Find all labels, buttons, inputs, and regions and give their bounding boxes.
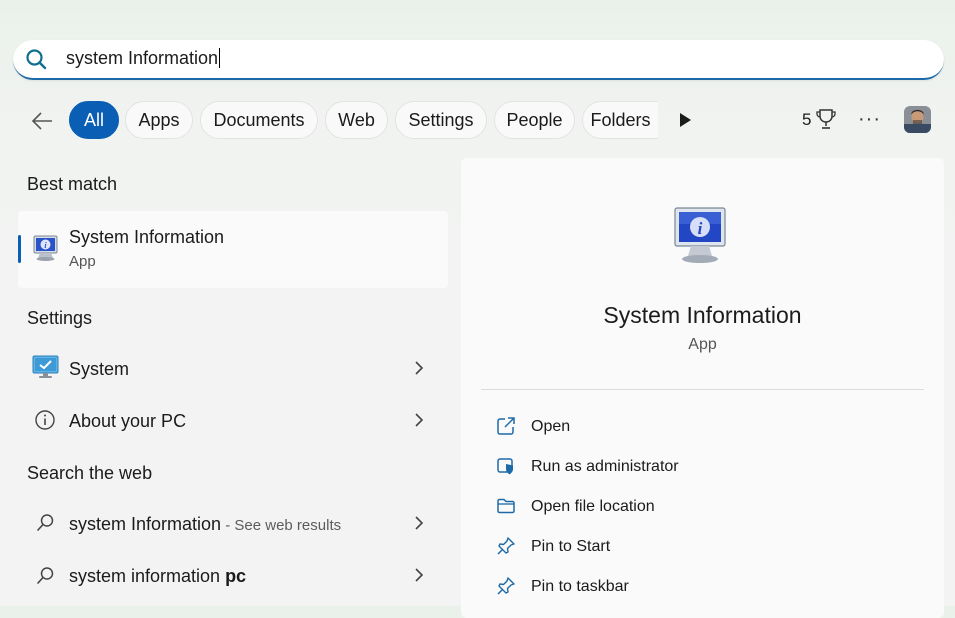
web-result-1-label: system Information - See web results bbox=[69, 514, 342, 534]
back-arrow-icon[interactable] bbox=[30, 110, 54, 132]
system-information-app-icon: i bbox=[674, 207, 726, 263]
best-match-subtitle: App bbox=[69, 253, 96, 270]
detail-title: System Information bbox=[603, 302, 802, 328]
scroll-filters-right-icon[interactable] bbox=[678, 112, 692, 128]
action-pin-to-start-label: Pin to Start bbox=[531, 538, 611, 555]
divider bbox=[481, 389, 924, 390]
filter-people[interactable]: People bbox=[494, 101, 575, 139]
chevron-right-icon bbox=[415, 413, 424, 427]
best-match-title: System Information bbox=[69, 227, 225, 247]
info-circle-icon bbox=[35, 410, 55, 430]
chevron-right-icon bbox=[415, 516, 424, 530]
settings-item-about-label: About your PC bbox=[69, 411, 187, 431]
filter-apps[interactable]: Apps bbox=[125, 101, 193, 139]
action-open-label: Open bbox=[531, 418, 571, 435]
best-match-result[interactable] bbox=[18, 211, 448, 288]
open-external-icon bbox=[497, 417, 515, 435]
action-open-file-location-label: Open file location bbox=[531, 498, 655, 515]
detail-subtitle: App bbox=[688, 336, 717, 353]
chevron-right-icon bbox=[415, 568, 424, 582]
search-icon bbox=[37, 514, 54, 531]
settings-item-system-label: System bbox=[69, 359, 130, 379]
filter-web[interactable]: Web bbox=[325, 101, 388, 139]
chevron-right-icon bbox=[415, 361, 424, 375]
text-caret bbox=[219, 48, 221, 68]
filter-folders[interactable]: Folders bbox=[582, 101, 658, 139]
search-icon bbox=[37, 567, 54, 584]
best-match-heading: Best match bbox=[27, 174, 118, 194]
search-the-web-heading: Search the web bbox=[27, 463, 153, 483]
system-information-app-icon: i bbox=[33, 235, 58, 261]
filter-all[interactable]: All bbox=[69, 101, 119, 139]
user-avatar-icon bbox=[904, 106, 931, 133]
action-run-as-admin-label: Run as administrator bbox=[531, 458, 679, 475]
filter-settings[interactable]: Settings bbox=[395, 101, 487, 139]
pin-icon bbox=[497, 577, 515, 595]
filter-documents[interactable]: Documents bbox=[200, 101, 318, 139]
selection-indicator bbox=[18, 235, 21, 263]
system-monitor-icon bbox=[32, 355, 59, 378]
search-icon bbox=[26, 49, 47, 70]
rewards-count: 5 bbox=[802, 110, 812, 129]
settings-heading: Settings bbox=[27, 308, 93, 328]
search-input[interactable]: system Information bbox=[66, 47, 221, 69]
action-pin-to-taskbar-label: Pin to taskbar bbox=[531, 578, 629, 595]
web-result-2-label: system information pc bbox=[69, 566, 247, 586]
pin-icon bbox=[497, 537, 515, 555]
avatar[interactable] bbox=[904, 106, 931, 133]
more-options-icon[interactable]: ··· bbox=[858, 108, 881, 131]
svg-text:i: i bbox=[698, 219, 703, 238]
see-web-results-hint: - See web results bbox=[221, 517, 342, 534]
folder-icon bbox=[497, 498, 515, 514]
shield-admin-icon bbox=[497, 458, 513, 475]
trophy-icon[interactable] bbox=[816, 108, 836, 130]
